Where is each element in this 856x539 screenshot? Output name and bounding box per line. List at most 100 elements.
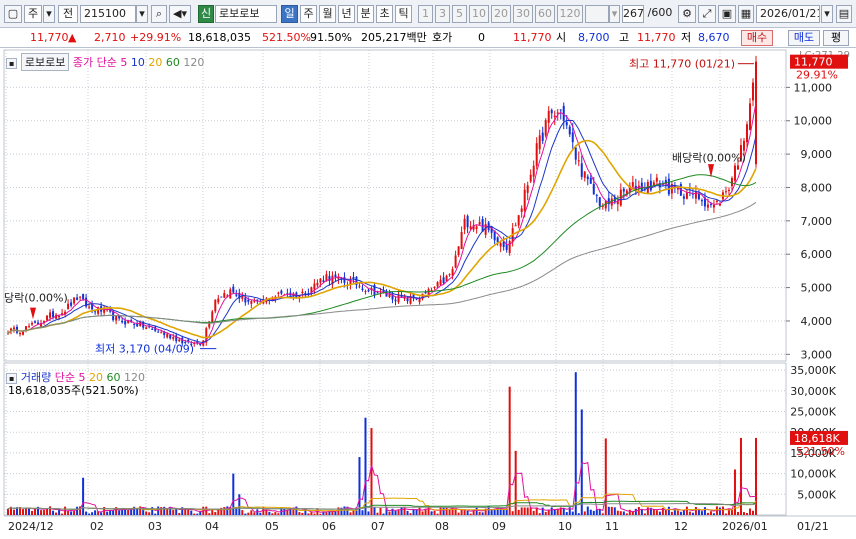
stock-name-chip[interactable]: 로보로보	[20, 53, 70, 71]
settings-icon[interactable]: ⚙	[678, 5, 696, 23]
interval-30[interactable]: 30	[513, 5, 533, 23]
volume-bar	[601, 513, 604, 515]
candle-body	[529, 174, 532, 182]
candle-body	[151, 328, 154, 330]
candle-body	[280, 290, 283, 294]
volume-bar	[379, 507, 382, 515]
candle-body	[79, 296, 82, 298]
date-input[interactable]: 2026/01/21	[756, 5, 820, 23]
rotation-rate: 91.50%	[310, 31, 352, 44]
candle-body	[586, 176, 589, 180]
date-dropdown-icon[interactable]: ▾	[821, 5, 833, 23]
interval-spin-icon[interactable]: ▾	[609, 5, 620, 23]
volume-bar	[514, 450, 517, 515]
candle-body	[70, 302, 73, 306]
dividend-annotation-left: 당락(0.00%)	[4, 292, 68, 305]
interval-20[interactable]: 20	[491, 5, 511, 23]
search-icon[interactable]: ⌕	[151, 5, 167, 23]
candle-body	[508, 240, 511, 253]
tab-period-minute[interactable]: 분	[357, 5, 374, 23]
legend-box-icon[interactable]: ▪	[6, 58, 18, 69]
volume-bar	[448, 509, 451, 515]
stock-chart[interactable]: 11,000 10,000 9,000 8,000 7,000 6,000 5,000 4,0…	[0, 48, 856, 539]
ask-price: 11,770	[513, 31, 552, 44]
volume-bar	[745, 513, 748, 515]
interval-60[interactable]: 60	[535, 5, 555, 23]
volume-bar	[175, 508, 178, 515]
chevron-down-icon[interactable]: ▾	[43, 5, 55, 23]
volume-bar	[628, 509, 631, 515]
price-tick-label: 5,000	[801, 282, 833, 295]
tab-period-day[interactable]: 일	[281, 5, 298, 23]
candle-body	[367, 289, 370, 292]
tab-period-second[interactable]: 초	[376, 5, 393, 23]
candle-body	[211, 311, 214, 323]
volume-bar	[679, 511, 682, 515]
volume-bar	[607, 506, 610, 515]
calendar-icon[interactable]: ▦	[738, 5, 754, 23]
tab-period-tick[interactable]: 틱	[395, 5, 412, 23]
volume-bar	[610, 506, 613, 515]
candle-body	[397, 294, 400, 303]
candle-body	[478, 222, 481, 225]
interval-5[interactable]: 5	[452, 5, 467, 23]
volume-bar	[91, 512, 94, 515]
eval-button[interactable]: 평	[823, 30, 849, 46]
volume-bar	[124, 509, 127, 515]
volume-bar	[631, 511, 634, 515]
volume-bar	[268, 511, 271, 515]
ma-120-line	[7, 201, 757, 334]
interval-10[interactable]: 10	[469, 5, 489, 23]
candle-body	[115, 316, 118, 321]
candle-body	[598, 197, 601, 207]
volume-bar	[244, 513, 247, 515]
code-dropdown-icon[interactable]: ▾	[136, 5, 148, 23]
candle-body	[31, 322, 34, 325]
volume-bar	[49, 506, 52, 515]
tab-period-month[interactable]: 월	[319, 5, 336, 23]
volume-bar	[748, 508, 751, 515]
buy-button[interactable]: 매수	[741, 30, 773, 46]
chart-canvas[interactable]: 11,000 10,000 9,000 8,000 7,000 6,000 5,000 4,0…	[0, 48, 856, 539]
count-input[interactable]: 267	[622, 5, 644, 23]
candle-body	[697, 194, 700, 200]
candle-body	[652, 182, 655, 186]
candle-body	[583, 171, 586, 178]
interval-custom-input[interactable]	[585, 5, 609, 23]
volume-bar	[22, 509, 25, 515]
volume-bar	[370, 428, 373, 515]
volume-bar	[13, 509, 16, 515]
candle-body	[220, 296, 223, 298]
zoom-icon[interactable]: ⤢	[698, 5, 716, 23]
candle-body	[682, 196, 685, 199]
volume-bar	[253, 512, 256, 515]
volume-bar	[277, 513, 280, 515]
menu-icon[interactable]: ▤	[836, 5, 852, 23]
code-input[interactable]: 215100	[80, 5, 136, 23]
volume-bar	[589, 509, 592, 515]
volume-bar	[373, 507, 376, 515]
volume-bar	[511, 511, 514, 515]
volume-bar	[751, 510, 754, 515]
candle-body	[73, 297, 76, 304]
volume-bar	[544, 511, 547, 515]
market-select[interactable]: 주	[24, 5, 42, 23]
tab-period-year[interactable]: 년	[338, 5, 355, 23]
candle-body	[160, 332, 163, 334]
interval-120[interactable]: 120	[557, 5, 583, 23]
tab-period-week[interactable]: 주	[300, 5, 317, 23]
volume-bar	[160, 507, 163, 515]
sound-icon[interactable]: ◀▾	[169, 5, 191, 23]
sell-button[interactable]: 매도	[788, 30, 820, 46]
volume-bar	[694, 506, 697, 515]
interval-3[interactable]: 3	[435, 5, 450, 23]
window-icon[interactable]: ▢	[4, 5, 22, 23]
price-panel-frame	[3, 49, 787, 362]
stock-name[interactable]: 로보로보	[215, 5, 277, 23]
interval-1[interactable]: 1	[418, 5, 433, 23]
save-icon[interactable]: ▣	[718, 5, 736, 23]
volume-bar	[676, 510, 679, 515]
quote-bar: 11,770 ▲ 2,710 +29.91% 18,618,035 521.50…	[0, 28, 856, 48]
candle-body	[433, 286, 436, 288]
prev-button[interactable]: 전	[58, 5, 78, 23]
